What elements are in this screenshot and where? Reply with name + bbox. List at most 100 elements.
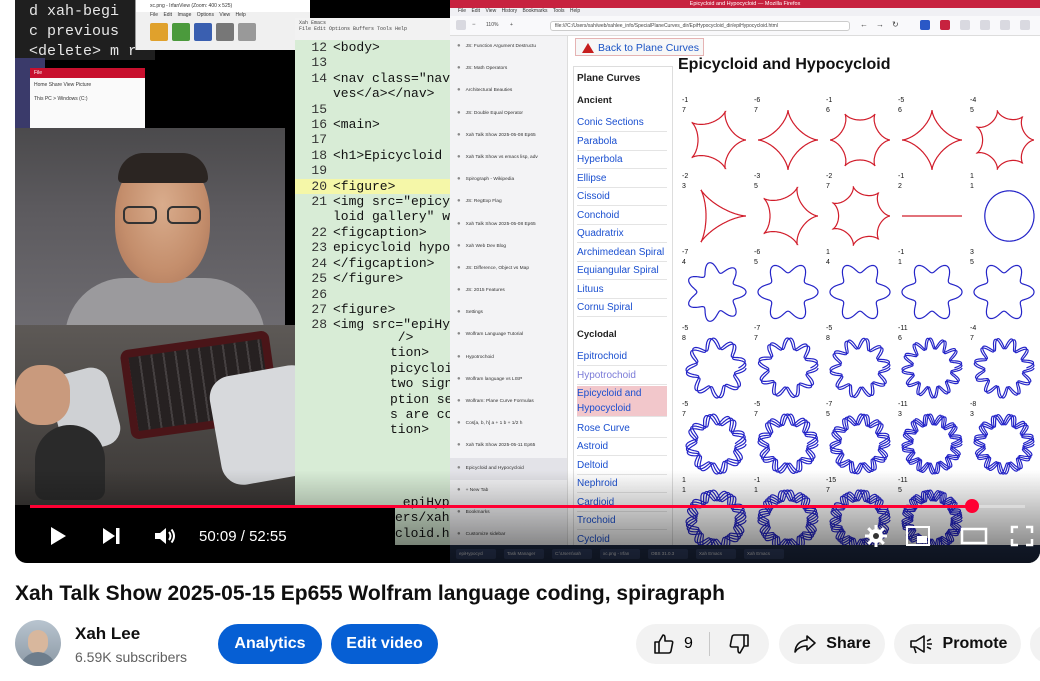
dislike-button[interactable]: [710, 624, 768, 664]
curve-label-top: -11: [898, 325, 908, 332]
line-text: <h1>Epicycloid an: [333, 147, 455, 163]
curve-label-top: -7: [682, 249, 688, 256]
share-button[interactable]: Share: [779, 624, 885, 664]
sidebar-link: Hyperbola: [577, 152, 667, 169]
curve-label-top: -11: [898, 401, 908, 408]
curve-label-bottom: 6: [898, 335, 902, 342]
code-line: picycloid a: [390, 360, 450, 376]
sidebar-category-ancient: Ancient: [577, 95, 612, 106]
line-text: <figure>: [333, 178, 396, 194]
sidebar-link: Archimedean Spiral: [577, 245, 667, 262]
epicycloid-curve: [757, 264, 819, 320]
hypocycloid-curve: [763, 186, 818, 246]
epicycloid-curve: [973, 264, 1035, 320]
hypocycloid-curve: [830, 113, 890, 167]
epicycloid-curve: [901, 264, 963, 320]
curve-label-top: -2: [826, 173, 832, 180]
hypocycloid-curve: [700, 189, 746, 243]
reload-icon: ↻: [892, 20, 899, 29]
sidebar-link: Epitrochoid: [577, 349, 667, 366]
theater-mode-button[interactable]: [958, 520, 990, 552]
browser-tab: Hypotrochoid: [450, 347, 567, 369]
curve-label-top: -5: [682, 401, 688, 408]
sidebar-link: Astroid: [577, 439, 667, 456]
line-text: ves</a></nav>: [333, 86, 435, 102]
curve-label-top: -7: [826, 401, 832, 408]
irfanview-window: xc.png - IrfanView (Zoom: 400 x 525) Fil…: [135, 0, 310, 50]
line-text: <nav class="navBa: [333, 70, 455, 86]
line-number: 18: [311, 147, 327, 163]
curve-label-top: -4: [970, 97, 976, 104]
code-line: 13: [295, 55, 455, 70]
code-line: 22 <figcaption>: [295, 225, 455, 240]
settings-button[interactable]: [860, 520, 892, 552]
next-button[interactable]: [95, 520, 127, 552]
mute-button[interactable]: [149, 520, 181, 552]
hypocycloid-curve: [691, 110, 746, 170]
line-text: <body>: [333, 40, 380, 55]
epicycloid-curve: [829, 264, 891, 320]
curve-label-bottom: 4: [682, 259, 686, 266]
like-button[interactable]: 9: [636, 624, 709, 664]
vertical-tabs: JS: Function Argument DestructuJS: Math …: [450, 36, 568, 545]
presenter-hand: [15, 365, 70, 425]
video-title: Xah Talk Show 2025-05-15 Ep655 Wolfram l…: [15, 582, 725, 605]
browser-title: Epicycloid and Hypocycloid — Mozilla Fir…: [450, 0, 1040, 8]
explorer-file-tab: File: [30, 68, 145, 78]
code-line: ves</a></nav>: [295, 86, 455, 101]
play-button[interactable]: [41, 520, 73, 552]
channel-avatar[interactable]: [15, 620, 61, 666]
hypocycloid-curve: [831, 186, 891, 246]
progress-bar[interactable]: [30, 499, 1025, 513]
line-number: 15: [311, 101, 327, 117]
code-line: 26: [295, 287, 455, 302]
hypocycloid-curve: [975, 110, 1035, 170]
edit-video-button[interactable]: Edit video: [331, 624, 438, 664]
curve-label-top: -6: [754, 97, 760, 104]
epicycloid-curve: [901, 337, 963, 399]
minus-icon: −: [472, 22, 476, 28]
browser-tab: Xah Talk Show 2025-05-08 Ep65: [450, 214, 567, 236]
curve-label-top: -4: [970, 325, 976, 332]
time-separator: /: [240, 528, 250, 545]
curve-label-bottom: 3: [898, 411, 902, 418]
editor-menubar: File Edit Options Buffers Tools Help: [299, 26, 408, 32]
sidebar-link: Epicycloid and Hypocycloid: [577, 386, 667, 417]
code-line: tion>: [390, 422, 430, 438]
sidebar-link: Cissoid: [577, 189, 667, 206]
channel-name[interactable]: Xah Lee: [75, 624, 140, 644]
sidebar-link: Lituus: [577, 282, 667, 299]
curve-label-bottom: 8: [682, 335, 686, 342]
more-actions-button[interactable]: [1030, 624, 1040, 664]
curve-label-bottom: 7: [682, 107, 686, 114]
curve-label-top: -8: [970, 401, 976, 408]
code-line: 17: [295, 132, 455, 147]
line-number: 20: [311, 178, 327, 194]
sidebar-link: Parabola: [577, 134, 667, 151]
sidebar-link: Equiangular Spiral: [577, 263, 667, 280]
presenter-hair: [118, 153, 208, 183]
sidebar-toggle-icon: [456, 20, 466, 30]
epicycloid-curve: [973, 413, 1035, 475]
curve-label-top: -1: [826, 97, 832, 104]
sidebar-link: Quadratrix: [577, 226, 667, 243]
line-number: 13: [311, 55, 327, 71]
line-text: loid gallery" wid: [333, 209, 455, 225]
fullscreen-button[interactable]: [1010, 520, 1040, 552]
line-number: 16: [311, 117, 327, 133]
share-icon: [794, 635, 817, 653]
miniplayer-button[interactable]: [902, 520, 934, 552]
curve-label-top: -5: [754, 401, 760, 408]
code-line: 24 </figcaption>: [295, 256, 455, 271]
video-player[interactable]: d xah-begi c previous <delete> m r xc.pn…: [15, 0, 1040, 563]
curve-label-bottom: 7: [826, 183, 830, 190]
code-line: ption sect: [390, 391, 450, 407]
curve-label-bottom: 5: [754, 183, 758, 190]
browser-tab: Cos[a, b, h] a + 1 b + 1/2 h: [450, 413, 567, 435]
analytics-button[interactable]: Analytics: [218, 624, 322, 664]
extension-icon-2: [940, 20, 950, 30]
save-icon: [194, 23, 212, 41]
promote-button[interactable]: Promote: [894, 624, 1021, 664]
curve-label-bottom: 5: [826, 411, 830, 418]
